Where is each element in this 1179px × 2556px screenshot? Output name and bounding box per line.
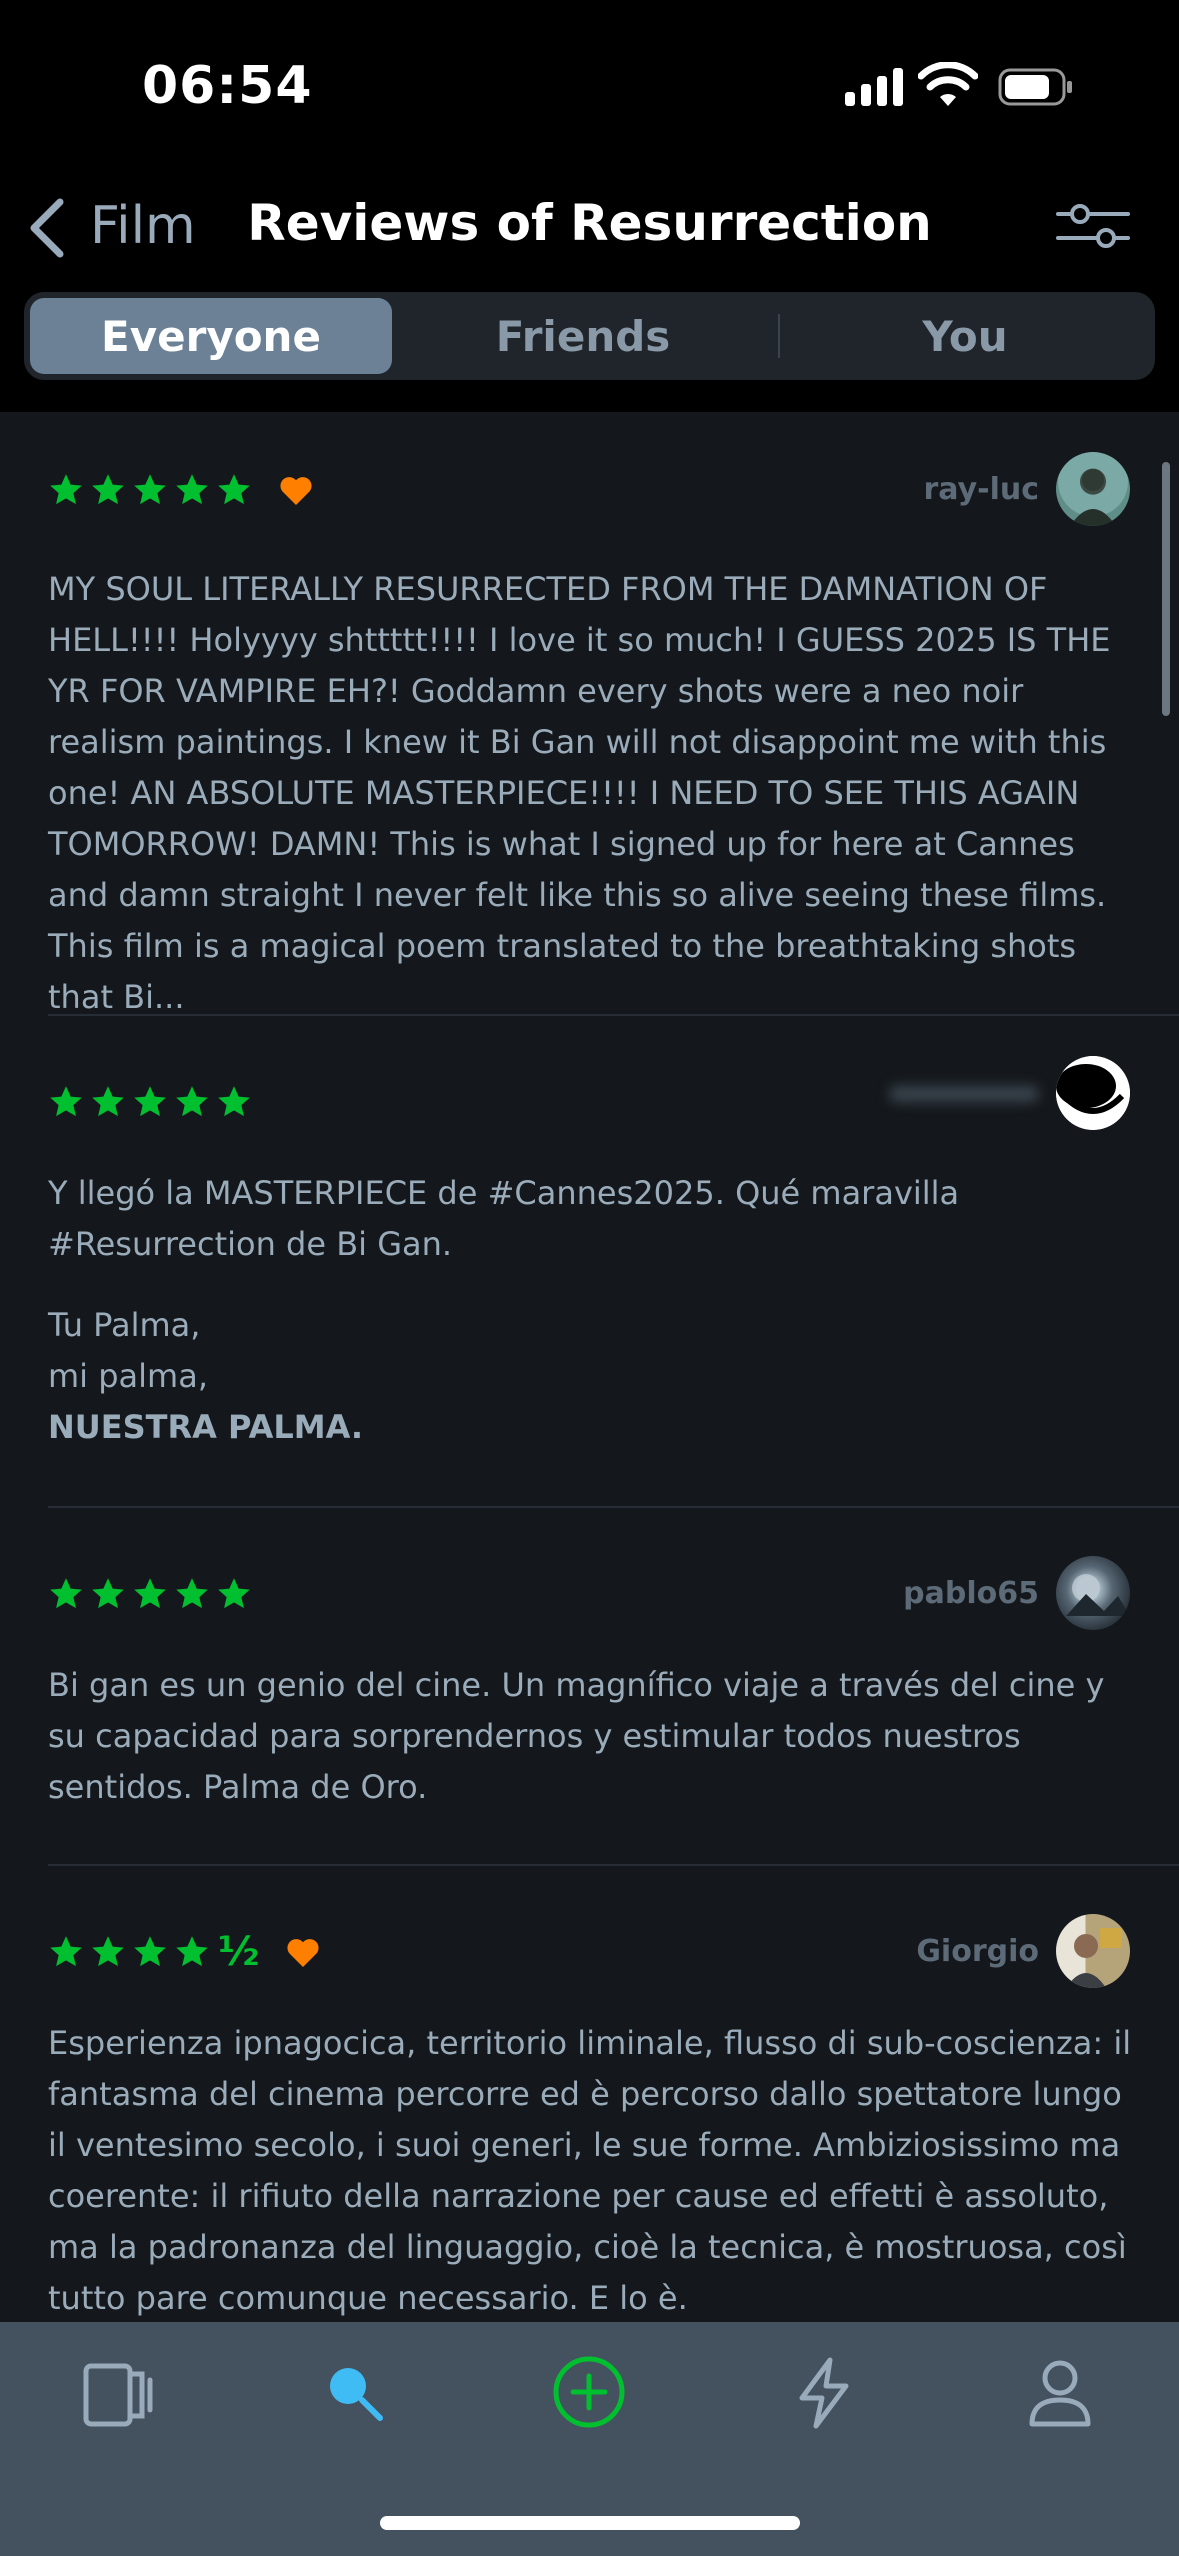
avatar-photo <box>1066 1928 1122 1988</box>
avatar-photo <box>1070 469 1116 526</box>
review-text: Y llegó la MASTERPIECE de #Cannes2025. Q… <box>48 1174 960 1263</box>
star-icon <box>50 1936 82 1967</box>
header-area: 06:54 Film Reviews of Resurrection Every… <box>0 0 1179 412</box>
activity-icon[interactable] <box>782 2350 866 2434</box>
star-rating: ½ <box>48 1932 321 1972</box>
star-icon <box>218 474 250 505</box>
star-icon <box>134 1086 166 1117</box>
star-icon <box>92 1086 124 1117</box>
star-icon <box>176 474 208 505</box>
star-icon <box>92 474 124 505</box>
star-icon <box>176 1936 208 1967</box>
avatar-photo <box>1066 1574 1130 1616</box>
star-icon <box>218 1578 250 1609</box>
star-icon <box>176 1578 208 1609</box>
wifi-icon <box>918 62 978 106</box>
filter-sliders-icon[interactable] <box>1054 200 1132 252</box>
star-icon <box>50 474 82 505</box>
status-time: 06:54 <box>142 56 313 116</box>
star-icon <box>50 1578 82 1609</box>
home-indicator[interactable] <box>380 2516 800 2530</box>
review-text: Bi gan es un genio del cine. Un magnífic… <box>48 1666 1105 1806</box>
avatar[interactable] <box>1056 452 1130 526</box>
star-icon <box>176 1086 208 1117</box>
page-title: Reviews of Resurrection <box>247 194 932 252</box>
avatar[interactable] <box>1056 1056 1130 1130</box>
star-icon <box>134 1578 166 1609</box>
avatar[interactable] <box>1056 1556 1130 1630</box>
tab-friends[interactable]: Friends <box>402 298 764 374</box>
review-card[interactable]: Y llegó la MASTERPIECE de #Cannes2025. Q… <box>0 1016 1179 1508</box>
battery-icon <box>998 68 1072 106</box>
review-card[interactable]: ray-luc MY SOUL LITERALLY RESURRECTED FR… <box>0 412 1179 1016</box>
star-icon <box>134 474 166 505</box>
star-rating <box>48 1574 252 1614</box>
search-icon[interactable] <box>312 2350 396 2434</box>
star-rating <box>48 470 314 510</box>
tab-everyone[interactable]: Everyone <box>30 298 392 374</box>
star-icon <box>134 1936 166 1967</box>
review-card[interactable]: ½ Giorgio Esperienza ipnagocica, territo… <box>0 1866 1179 2322</box>
add-icon[interactable] <box>547 2350 631 2434</box>
star-icon <box>92 1936 124 1967</box>
review-text-line: Tu Palma, <box>48 1306 201 1344</box>
audience-segmented-control: Everyone Friends You <box>24 292 1155 380</box>
review-text-line: mi palma, <box>48 1357 208 1395</box>
avatar[interactable] <box>1056 1914 1130 1988</box>
profile-icon[interactable] <box>1018 2350 1102 2434</box>
reviewer-username-redacted[interactable] <box>879 1076 1039 1110</box>
scroll-indicator[interactable] <box>1162 462 1170 716</box>
heart-icon <box>280 477 312 505</box>
reviewer-username[interactable]: ray-luc <box>923 472 1039 507</box>
reviewer-username[interactable]: pablo65 <box>903 1576 1039 1611</box>
star-icon <box>218 1086 250 1117</box>
star-icon <box>50 1086 82 1117</box>
review-card[interactable]: pablo65 Bi gan es un genio del cine. Un … <box>0 1508 1179 1866</box>
heart-icon <box>287 1939 319 1967</box>
back-button[interactable]: Film <box>90 196 196 256</box>
reviewer-username[interactable]: Giorgio <box>916 1934 1039 1969</box>
films-icon[interactable] <box>76 2350 160 2434</box>
review-text-bold-line: NUESTRA PALMA. <box>48 1408 364 1446</box>
cellular-signal-icon <box>845 66 903 106</box>
star-rating <box>48 1082 252 1122</box>
star-icon <box>92 1578 124 1609</box>
segment-divider <box>778 314 780 358</box>
half-star-symbol: ½ <box>218 1929 260 1975</box>
review-text: Esperienza ipnagocica, territorio limina… <box>48 2024 1132 2317</box>
redacted-name-bar <box>889 1086 1039 1102</box>
back-chevron-icon[interactable] <box>24 196 68 260</box>
review-text: MY SOUL LITERALLY RESURRECTED FROM THE D… <box>48 570 1111 1016</box>
avatar-photo <box>1056 1056 1130 1130</box>
tab-you[interactable]: You <box>784 298 1146 374</box>
